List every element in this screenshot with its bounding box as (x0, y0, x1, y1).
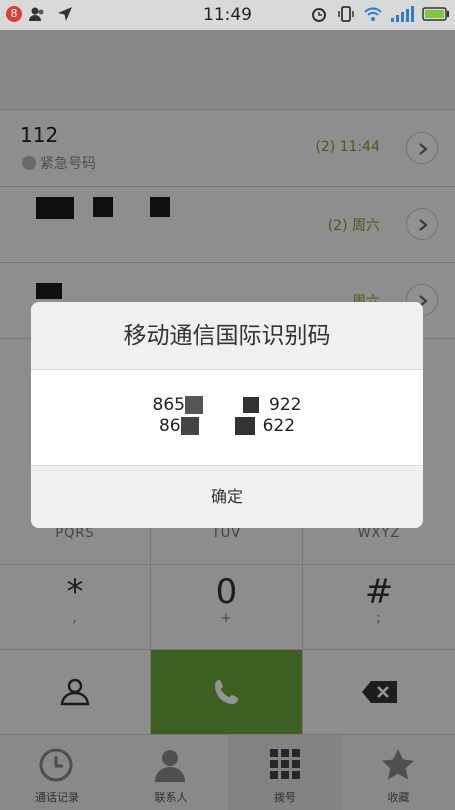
redacted-block (185, 396, 203, 414)
imei-line-1: 865 922 (152, 395, 302, 415)
dialog-body: 865 922 86 622 (31, 370, 423, 466)
status-time: 11:49 (203, 5, 252, 25)
imei-dialog: 移动通信国际识别码 865 922 86 622 确定 (31, 302, 423, 528)
redacted-block (259, 398, 269, 412)
alarm-icon (312, 8, 326, 22)
wifi-icon (364, 7, 382, 21)
ok-button[interactable]: 确定 (31, 466, 423, 528)
redacted-block (254, 419, 263, 433)
dialog-title: 移动通信国际识别码 (31, 302, 423, 370)
imei-line-2: 86 622 (158, 416, 296, 436)
redacted-block (198, 419, 235, 433)
redacted-block (243, 397, 259, 413)
redacted-block (203, 398, 243, 412)
redacted-block (234, 417, 255, 435)
status-bar: 8 11:49 (0, 0, 455, 30)
battery-icon (422, 7, 449, 21)
redacted-block (180, 417, 199, 435)
vibrate-icon (338, 6, 354, 22)
signal-icon (391, 6, 414, 22)
